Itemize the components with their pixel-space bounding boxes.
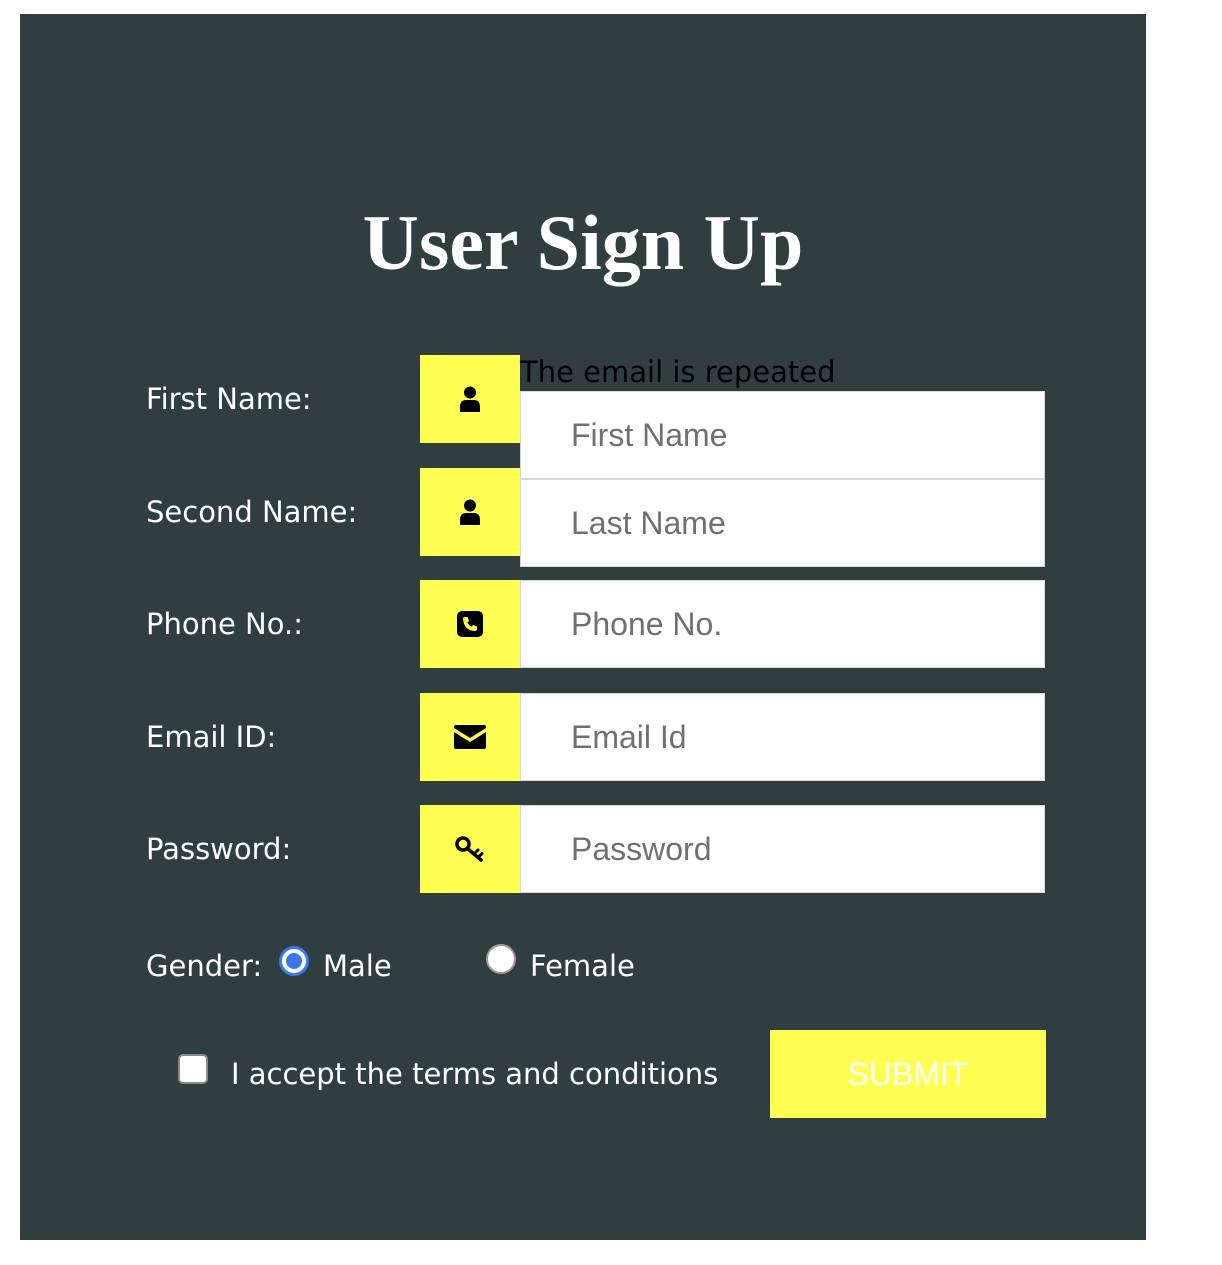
user-icon xyxy=(460,499,480,525)
gender-female-label[interactable]: Female xyxy=(530,952,635,981)
password-icon-box xyxy=(420,805,520,893)
first-name-icon-box xyxy=(420,355,520,443)
error-message: The email is repeated xyxy=(520,355,836,389)
gender-male-radio[interactable] xyxy=(279,946,309,976)
terms-label[interactable]: I accept the terms and conditions xyxy=(231,1060,718,1089)
email-field[interactable] xyxy=(520,693,1045,781)
signup-panel: User Sign Up First Name: The email is re… xyxy=(20,14,1146,1240)
email-label: Email ID: xyxy=(146,720,277,754)
key-icon xyxy=(455,836,484,862)
submit-button[interactable]: SUBMIT xyxy=(770,1030,1046,1118)
gender-label: Gender: xyxy=(146,949,263,983)
phone-icon-box xyxy=(420,580,520,668)
terms-checkbox[interactable] xyxy=(178,1054,208,1084)
password-label: Password: xyxy=(146,832,292,866)
second-name-label: Second Name: xyxy=(146,495,358,529)
last-name-field[interactable] xyxy=(520,479,1045,567)
email-icon-box xyxy=(420,693,520,781)
phone-icon xyxy=(457,611,483,637)
password-field[interactable] xyxy=(520,805,1045,893)
user-icon xyxy=(460,386,480,412)
first-name-field[interactable] xyxy=(520,391,1045,479)
envelope-icon xyxy=(454,725,486,749)
phone-field[interactable] xyxy=(520,580,1045,668)
gender-male-label[interactable]: Male xyxy=(323,952,392,981)
last-name-input[interactable] xyxy=(521,480,1044,566)
page-title: User Sign Up xyxy=(362,199,804,286)
first-name-label: First Name: xyxy=(146,382,312,416)
second-name-icon-box xyxy=(420,468,520,556)
phone-input[interactable] xyxy=(521,581,1044,667)
email-input[interactable] xyxy=(521,694,1044,780)
password-input[interactable] xyxy=(521,806,1044,892)
gender-female-radio[interactable] xyxy=(486,944,516,974)
first-name-input[interactable] xyxy=(521,392,1044,478)
phone-label: Phone No.: xyxy=(146,607,303,641)
